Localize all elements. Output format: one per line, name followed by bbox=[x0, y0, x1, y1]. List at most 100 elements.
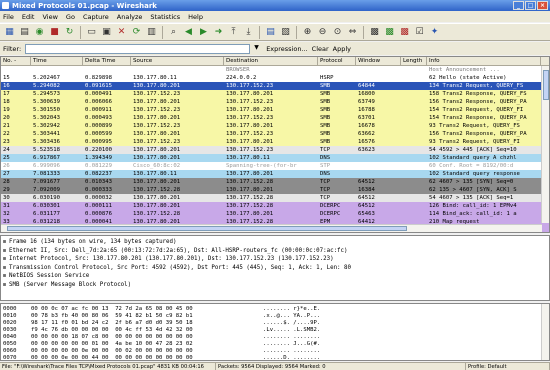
maximize-button[interactable]: □ bbox=[525, 1, 536, 10]
capture-options-icon[interactable]: ▤ bbox=[18, 26, 31, 39]
save-file-icon[interactable]: ▣ bbox=[100, 26, 113, 39]
start-capture-icon[interactable]: ◉ bbox=[33, 26, 46, 39]
packet-cell-time: 6.030190 bbox=[33, 195, 60, 201]
packet-row[interactable]: 30 6.030190 0.000032 130.177.80.201 130.177.… bbox=[1, 194, 549, 202]
capture-filters-icon[interactable]: ▩ bbox=[368, 26, 381, 39]
menu-go[interactable]: Go bbox=[65, 13, 76, 21]
packet-cell-proto: TCP bbox=[320, 179, 331, 185]
packet-row[interactable]: 18 5.300639 0.006066 130.177.80.201 130.177.… bbox=[1, 98, 549, 106]
detail-row-frame[interactable]: ⊞ Frame 16 (134 bytes on wire, 134 bytes … bbox=[1, 238, 549, 247]
chevron-down-icon[interactable]: ▼ bbox=[254, 44, 262, 54]
column-header-window[interactable]: Window bbox=[356, 57, 401, 65]
go-last-icon[interactable]: ⤓ bbox=[242, 26, 255, 39]
detail-row-ethernet[interactable]: ⊞ Ethernet II, Src: Dell_7d:2a:65 (00:13:… bbox=[1, 247, 549, 256]
print-icon[interactable]: ▥ bbox=[145, 26, 158, 39]
hex-ascii: ........ J...G(#. bbox=[263, 341, 321, 347]
clear-button[interactable]: Clear bbox=[312, 45, 329, 53]
display-filter-input[interactable] bbox=[25, 43, 251, 54]
interface-list-icon[interactable]: ▦ bbox=[3, 26, 16, 39]
packet-row[interactable]: BROWSER Host Announcement ... bbox=[1, 66, 549, 74]
display-filters-icon[interactable]: ▩ bbox=[383, 26, 396, 39]
zoom-in-icon[interactable]: ⊕ bbox=[301, 26, 314, 39]
close-button[interactable]: × bbox=[537, 1, 548, 10]
hex-row[interactable]: 0070 00 00 00 0e 00 00 44 00 00 00 00 00 … bbox=[1, 355, 549, 360]
bytes-pane-vertical-scrollbar[interactable] bbox=[541, 304, 549, 360]
packet-row[interactable]: 28 7.091677 0.010343 130.177.80.201 130.177.… bbox=[1, 178, 549, 186]
column-header-length[interactable]: Length bbox=[401, 57, 427, 65]
go-forward-icon[interactable]: ▶ bbox=[197, 26, 210, 39]
colorize-icon[interactable]: ▤ bbox=[264, 26, 277, 39]
coloring-rules-icon[interactable]: ▩ bbox=[398, 26, 411, 39]
packet-row[interactable]: 24 5.523518 0.220100 130.177.80.201 130.177.… bbox=[1, 146, 549, 154]
restart-capture-icon[interactable]: ↻ bbox=[63, 26, 76, 39]
hex-row[interactable]: 0060 00 00 00 00 00 0e 00 00 00 02 00 00 … bbox=[1, 348, 549, 355]
packet-cell-no: 22 bbox=[3, 131, 10, 137]
apply-button[interactable]: Apply bbox=[333, 45, 351, 53]
column-header-info[interactable]: Info bbox=[427, 57, 541, 65]
packet-row[interactable]: 31 6.030301 0.000111 130.177.80.201 130.177.… bbox=[1, 202, 549, 210]
column-header-protocol[interactable]: Protocol bbox=[318, 57, 356, 65]
find-packet-icon[interactable]: ⌕ bbox=[167, 26, 180, 39]
packet-list-vertical-scrollbar[interactable] bbox=[541, 66, 549, 223]
packet-row[interactable]: 22 5.303441 0.000599 130.177.80.201 130.177.… bbox=[1, 130, 549, 138]
column-header-source[interactable]: Source bbox=[131, 57, 224, 65]
packet-row[interactable]: 20 5.302043 0.000493 130.177.80.201 130.177.… bbox=[1, 114, 549, 122]
minimize-button[interactable]: _ bbox=[513, 1, 524, 10]
hex-row[interactable]: 0050 00 00 00 00 00 00 01 00 4a be 10 00 … bbox=[1, 341, 549, 348]
menu-edit[interactable]: Edit bbox=[21, 13, 36, 21]
detail-row-ip[interactable]: ⊞ Internet Protocol, Src: 130.177.80.201 … bbox=[1, 255, 549, 264]
status-profile[interactable]: Profile: Default bbox=[466, 363, 550, 370]
packet-row[interactable]: 19 5.301550 0.000911 130.177.152.23 130.177.… bbox=[1, 106, 549, 114]
go-first-icon[interactable]: ⤒ bbox=[227, 26, 240, 39]
packet-cell-proto: SMB bbox=[320, 107, 331, 113]
menu-help[interactable]: Help bbox=[187, 13, 204, 21]
go-to-packet-icon[interactable]: ➜ bbox=[212, 26, 225, 39]
reload-icon[interactable]: ⟳ bbox=[130, 26, 143, 39]
preferences-icon[interactable]: ☑ bbox=[413, 26, 426, 39]
resize-columns-icon[interactable]: ⇔ bbox=[346, 26, 359, 39]
hex-row[interactable]: 0040 00 00 00 00 18 07 c8 00 00 00 00 00 … bbox=[1, 334, 549, 341]
packet-row[interactable]: 23 5.303436 0.000995 130.177.152.23 130.177.… bbox=[1, 138, 549, 146]
menu-bar: File Edit View Go Capture Analyze Statis… bbox=[0, 11, 550, 22]
go-back-icon[interactable]: ◀ bbox=[182, 26, 195, 39]
auto-scroll-icon[interactable]: ▧ bbox=[279, 26, 292, 39]
column-header-no[interactable]: No. - bbox=[1, 57, 31, 65]
help-icon[interactable]: ✦ bbox=[428, 26, 441, 39]
packet-row[interactable]: 29 7.092009 0.000333 130.177.152.28 130.177.… bbox=[1, 186, 549, 194]
scrollbar-thumb[interactable] bbox=[543, 70, 549, 100]
menu-view[interactable]: View bbox=[41, 13, 58, 21]
packet-row[interactable]: 32 6.031177 0.000876 130.177.152.28 130.177.… bbox=[1, 210, 549, 218]
packet-row[interactable]: 21 5.302942 0.000899 130.177.152.23 130.177.… bbox=[1, 122, 549, 130]
hex-row[interactable]: 0020 98 17 11 f0 01 bd 24 c2 2f b6 a7 d0 … bbox=[1, 320, 549, 327]
packet-row[interactable]: 15 5.202467 0.829898 130.177.80.11 224.0.0.2… bbox=[1, 74, 549, 82]
packet-row[interactable]: 26 6.999096 0.081229 Cisco_60:8c:02 Spanning… bbox=[1, 162, 549, 170]
hex-row[interactable]: 0010 00 78 b3 fb 40 00 80 06 59 41 82 b1 … bbox=[1, 313, 549, 320]
detail-row-netbios[interactable]: ⊞ NetBIOS Session Service bbox=[1, 272, 549, 281]
hex-row[interactable]: 0000 00 00 0c 07 ac fc 00 13 72 7d 2a 65 … bbox=[1, 306, 549, 313]
menu-analyze[interactable]: Analyze bbox=[116, 13, 144, 21]
column-header-delta-time[interactable]: Delta Time bbox=[83, 57, 131, 65]
packet-row[interactable]: 27 7.081333 0.082237 130.177.80.11 130.177.8… bbox=[1, 170, 549, 178]
packet-row[interactable]: 25 6.917867 1.394349 130.177.80.201 130.177.… bbox=[1, 154, 549, 162]
zoom-out-icon[interactable]: ⊖ bbox=[316, 26, 329, 39]
hex-row[interactable]: 0030 f9 4c 76 db 00 00 00 00 00 4c ff 53 … bbox=[1, 327, 549, 334]
packet-list-horizontal-scrollbar[interactable] bbox=[1, 224, 542, 232]
packet-row[interactable]: 16 5.294082 0.091615 130.177.80.201 130.177.… bbox=[1, 82, 549, 90]
column-header-destination[interactable]: Destination bbox=[224, 57, 318, 65]
zoom-normal-icon[interactable]: ⊙ bbox=[331, 26, 344, 39]
close-file-icon[interactable]: ✕ bbox=[115, 26, 128, 39]
column-header-time[interactable]: Time bbox=[31, 57, 83, 65]
expression-button[interactable]: Expression... bbox=[266, 45, 307, 53]
menu-statistics[interactable]: Statistics bbox=[149, 13, 181, 21]
detail-row-tcp[interactable]: ⊞ Transmission Control Protocol, Src Port… bbox=[1, 264, 549, 273]
menu-capture[interactable]: Capture bbox=[82, 13, 110, 21]
menu-file[interactable]: File bbox=[2, 13, 15, 21]
packet-cell-delta: 0.091615 bbox=[85, 83, 112, 89]
detail-row-smb[interactable]: ⊞ SMB (Server Message Block Protocol) bbox=[1, 281, 549, 290]
stop-capture-icon[interactable]: ■ bbox=[48, 26, 61, 39]
scrollbar-thumb[interactable] bbox=[7, 226, 407, 231]
toolbar-separator bbox=[259, 25, 260, 39]
packet-cell-no: 28 bbox=[3, 179, 10, 185]
packet-row[interactable]: 17 5.294573 0.000491 130.177.152.23 130.177.… bbox=[1, 90, 549, 98]
open-file-icon[interactable]: ▭ bbox=[85, 26, 98, 39]
